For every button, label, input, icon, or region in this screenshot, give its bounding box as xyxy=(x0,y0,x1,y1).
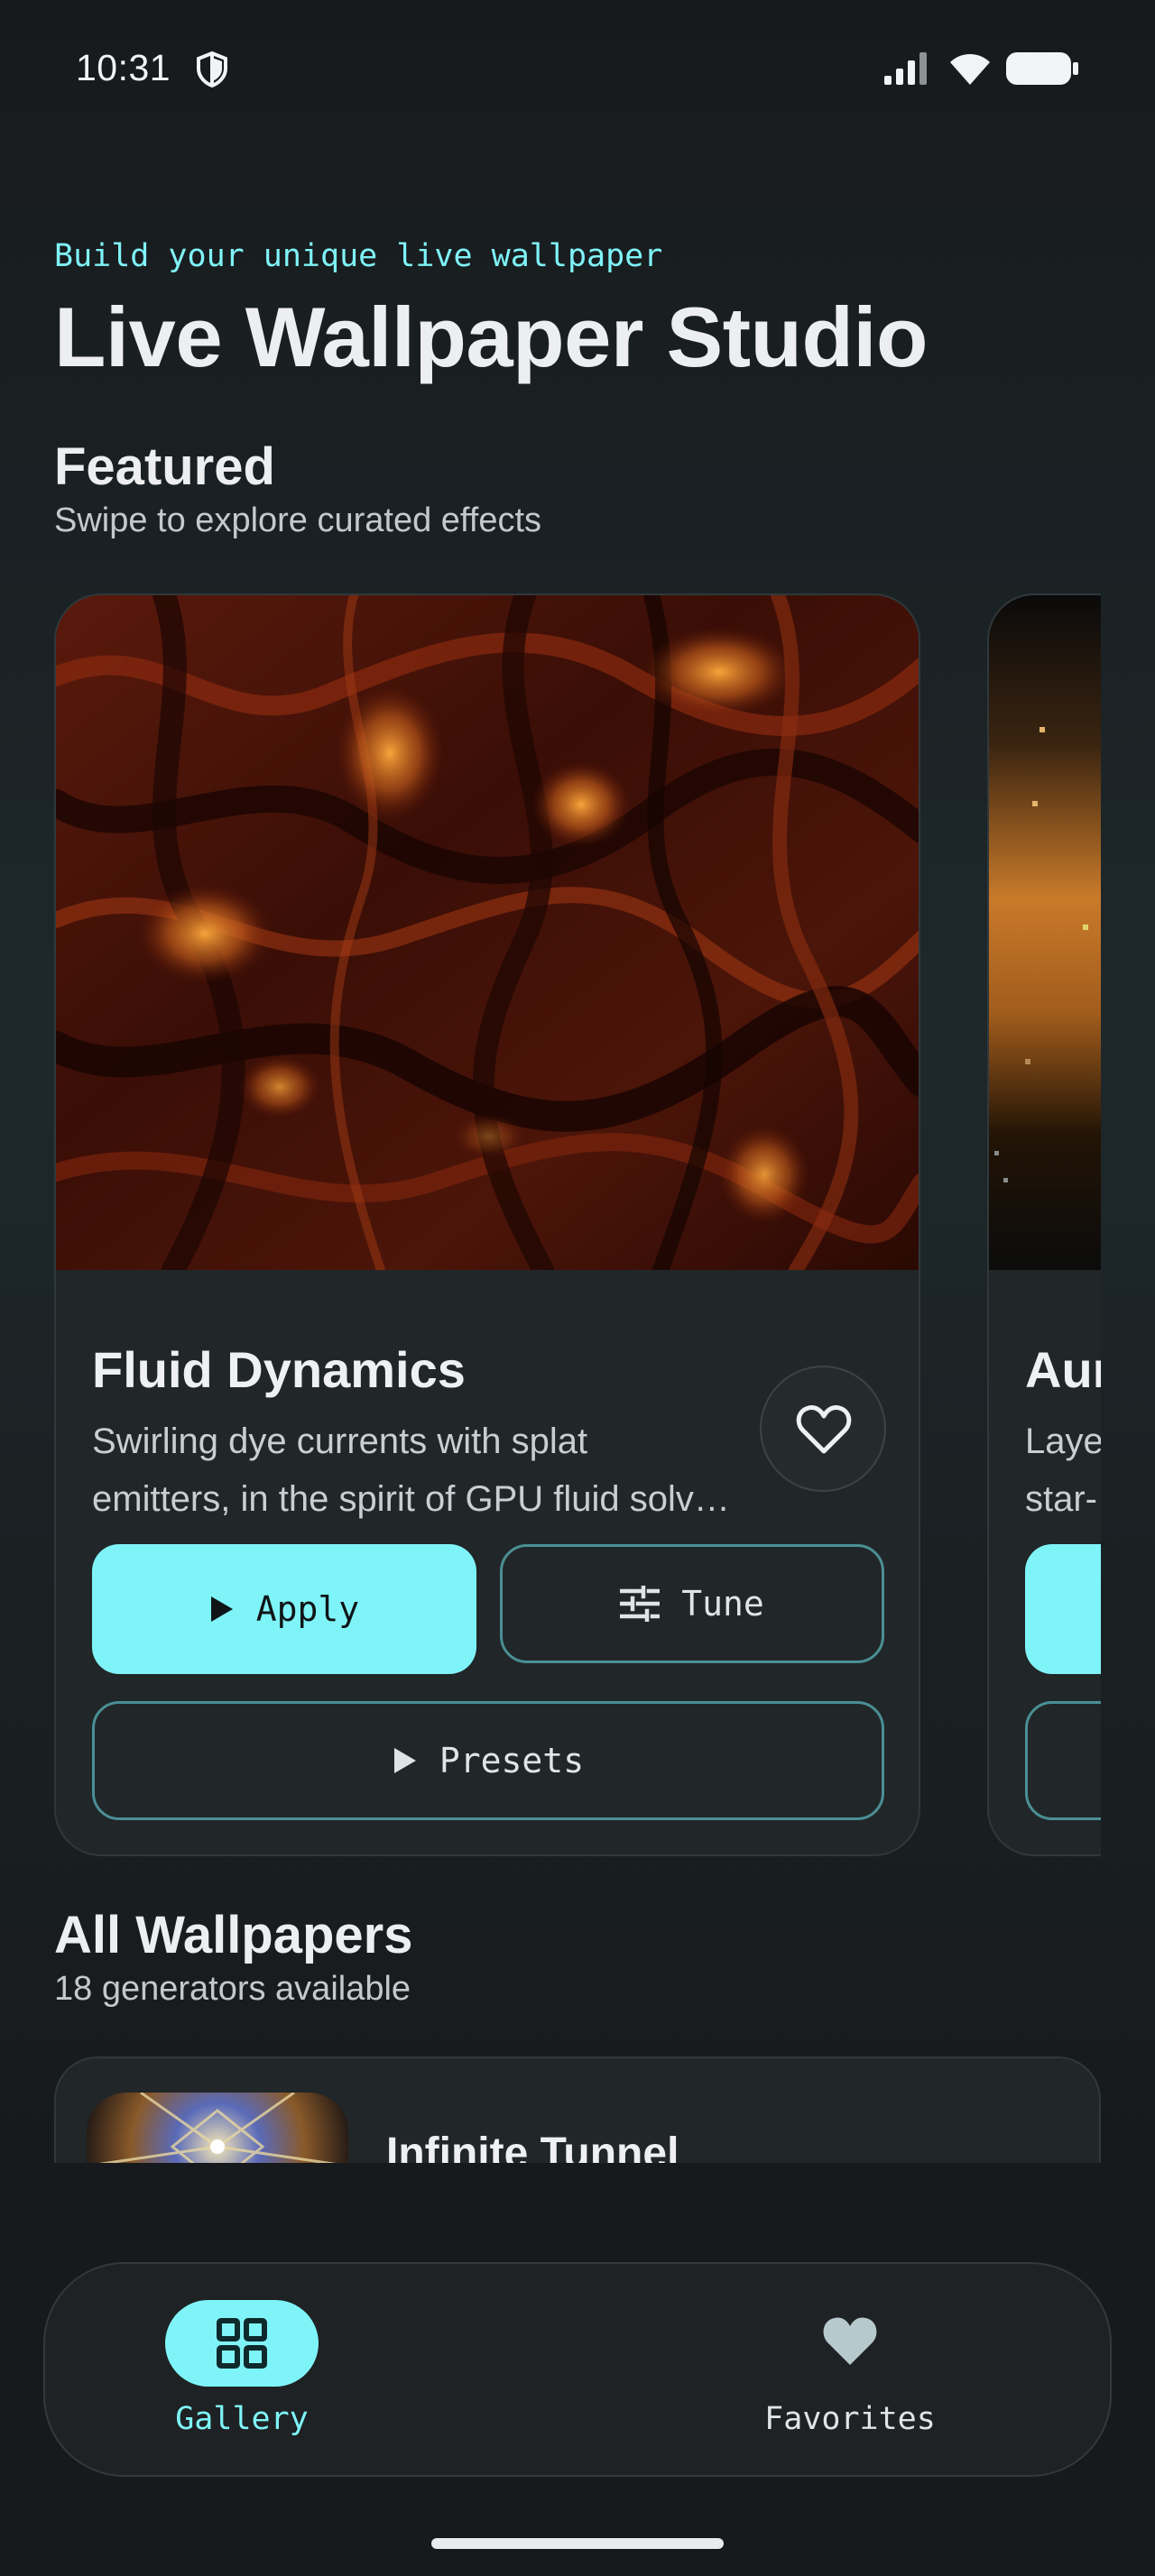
card-description-line1: Laye xyxy=(1025,1421,1101,1461)
featured-title: Featured xyxy=(54,437,275,496)
tune-button[interactable]: Tune xyxy=(500,1544,884,1663)
tune-sliders-icon xyxy=(620,1586,661,1622)
list-item-title: Infinite Tunnel xyxy=(386,2130,679,2163)
status-time: 10:31 xyxy=(76,47,171,88)
aurora-preview-image xyxy=(989,595,1101,1270)
featured-card[interactable]: Aur Laye star- xyxy=(987,593,1101,1856)
nav-item-favorites[interactable]: Favorites xyxy=(587,2264,1038,2479)
heart-icon xyxy=(823,2317,877,2365)
play-icon xyxy=(393,1748,416,1773)
tunnel-thumbnail xyxy=(87,2093,348,2163)
apply-button[interactable]: Apply xyxy=(92,1544,476,1674)
wallpaper-list: Infinite Tunnel xyxy=(0,2056,1155,2163)
presets-button[interactable]: Presets xyxy=(92,1701,884,1820)
presets-button[interactable] xyxy=(1025,1701,1101,1820)
featured-carousel[interactable]: Fluid Dynamics Swirling dye currents wit… xyxy=(0,593,1101,1856)
apply-label: Apply xyxy=(255,1589,360,1629)
header-tagline: Build your unique live wallpaper xyxy=(54,238,663,274)
app-screen: 10:31 Build your unique live wallpaper L… xyxy=(0,0,1155,2576)
status-bar: 10:31 xyxy=(0,0,1155,135)
signal-icon xyxy=(884,52,927,85)
nav-active-indicator xyxy=(165,2300,319,2387)
presets-label: Presets xyxy=(439,1741,585,1780)
nav-label-gallery: Gallery xyxy=(175,2401,309,2437)
home-indicator[interactable] xyxy=(431,2538,724,2549)
grid-icon xyxy=(217,2318,267,2369)
tune-label: Tune xyxy=(681,1584,764,1624)
card-description-line1: Swirling dye currents with splat xyxy=(92,1421,588,1461)
card-description-line2: emitters, in the spirit of GPU fluid sol… xyxy=(92,1479,730,1519)
shield-icon xyxy=(197,51,227,88)
page-title: Live Wallpaper Studio xyxy=(54,290,928,384)
apply-button[interactable] xyxy=(1025,1544,1101,1674)
featured-card[interactable]: Fluid Dynamics Swirling dye currents wit… xyxy=(54,593,920,1856)
heart-outline-icon xyxy=(796,1405,852,1454)
favorite-button[interactable] xyxy=(760,1366,886,1492)
nav-item-gallery[interactable]: Gallery xyxy=(45,2264,406,2479)
wifi-icon xyxy=(950,54,990,85)
card-title: Aur xyxy=(1025,1341,1101,1398)
nav-label-favorites: Favorites xyxy=(764,2401,936,2437)
all-wallpapers-title: All Wallpapers xyxy=(54,1906,413,1964)
featured-subtitle: Swipe to explore curated effects xyxy=(54,501,542,539)
list-item[interactable]: Infinite Tunnel xyxy=(54,2056,1101,2163)
card-title: Fluid Dynamics xyxy=(92,1341,466,1398)
play-icon xyxy=(210,1596,233,1622)
bottom-navigation: Gallery Favorites xyxy=(43,2262,1112,2477)
battery-icon xyxy=(1006,52,1078,85)
all-wallpapers-subtitle: 18 generators available xyxy=(54,1970,411,2008)
fluid-preview-image xyxy=(56,595,919,1270)
card-description-line2: star- xyxy=(1025,1479,1097,1519)
